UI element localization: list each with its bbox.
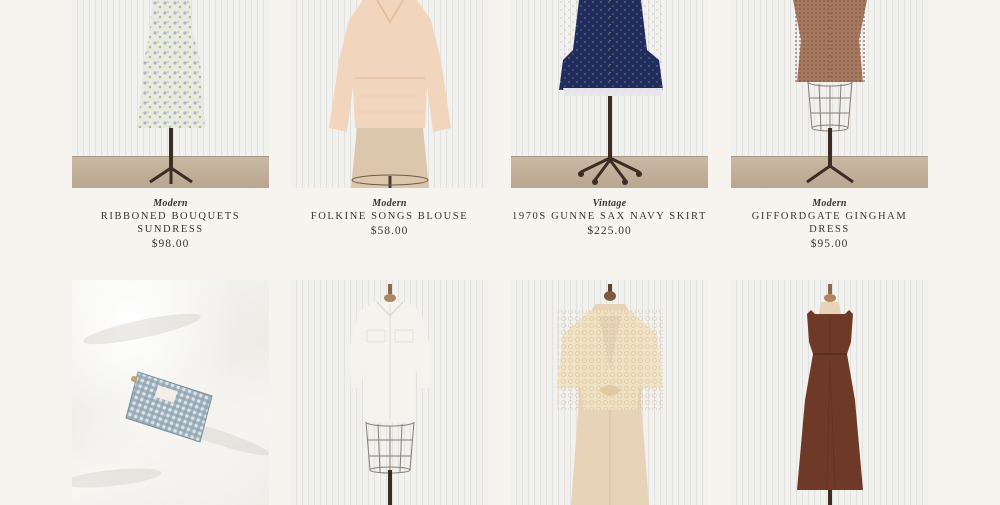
product-name[interactable]: Ribboned Bouquets Sundress: [72, 210, 269, 236]
product-card[interactable]: Modern Ribboned Bouquets Sundress $98.00: [72, 0, 269, 252]
product-card[interactable]: Vintage 1970s Gunne Sax Navy Skirt $225.…: [511, 0, 708, 239]
product-image[interactable]: [511, 0, 708, 188]
product-price: $95.00: [810, 238, 849, 250]
product-card[interactable]: [511, 280, 708, 505]
product-card[interactable]: Modern Giffordgate Gingham Dress $95.00: [731, 0, 928, 252]
product-card[interactable]: Modern Folkine Songs Blouse $58.00: [291, 0, 488, 239]
product-tag: Modern: [153, 198, 188, 209]
product-image[interactable]: [731, 280, 928, 505]
product-tag: Vintage: [592, 198, 627, 209]
product-card[interactable]: [291, 280, 488, 505]
product-card[interactable]: [72, 280, 269, 505]
product-image[interactable]: [72, 0, 269, 188]
product-name[interactable]: Folkine Songs Blouse: [291, 210, 488, 223]
product-image[interactable]: [291, 0, 488, 188]
product-price: $58.00: [370, 225, 409, 237]
product-image[interactable]: [72, 280, 269, 505]
product-tag: Modern: [812, 198, 847, 209]
product-tag: Modern: [372, 198, 407, 209]
product-card[interactable]: [731, 280, 928, 505]
product-image[interactable]: [511, 280, 708, 505]
product-price: $98.00: [151, 238, 190, 250]
product-name[interactable]: Giffordgate Gingham Dress: [731, 210, 928, 236]
product-price: $225.00: [587, 225, 632, 237]
product-grid: Modern Ribboned Bouquets Sundress $98.00…: [0, 0, 1000, 505]
product-image[interactable]: [731, 0, 928, 188]
product-name[interactable]: 1970s Gunne Sax Navy Skirt: [511, 210, 708, 223]
product-image[interactable]: [291, 280, 488, 505]
